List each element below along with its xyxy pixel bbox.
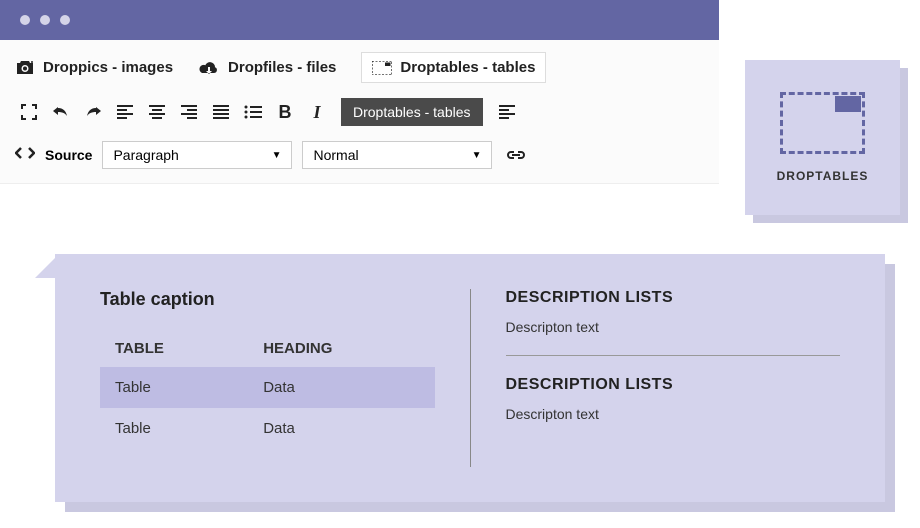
toolbar-buttons: B I Droptables - tables (0, 93, 719, 131)
window-dot-maximize[interactable] (60, 15, 70, 25)
horizontal-divider (506, 355, 841, 356)
link-button[interactable] (502, 141, 530, 169)
cloud-download-icon (198, 60, 220, 76)
vertical-divider (470, 289, 471, 467)
window-dot-close[interactable] (20, 15, 30, 25)
chevron-down-icon: ▼ (472, 150, 482, 161)
bold-button[interactable]: B (271, 98, 299, 126)
description-list-title: DESCRIPTION LISTS (506, 376, 841, 394)
droptables-card-label: DROPTABLES (777, 169, 869, 183)
table-row[interactable]: Table Data (100, 367, 435, 408)
tab-dropfiles[interactable]: Dropfiles - files (198, 59, 336, 76)
editor-toolbar: Droppics - images Dropfiles - files Drop… (0, 40, 719, 184)
tab-label: Droptables - tables (400, 59, 535, 76)
align-right-button[interactable] (175, 98, 203, 126)
chevron-down-icon: ▼ (272, 150, 282, 161)
bullet-list-button[interactable] (239, 98, 267, 126)
table-header-row: TABLE HEADING (100, 330, 435, 367)
droptables-card[interactable]: DROPTABLES (745, 60, 900, 215)
table-header-cell: TABLE (100, 330, 248, 367)
table-header-cell: HEADING (248, 330, 434, 367)
window-dot-minimize[interactable] (40, 15, 50, 25)
table-row[interactable]: Table Data (100, 408, 435, 449)
data-table: TABLE HEADING Table Data Table Data (100, 330, 435, 449)
source-label: Source (45, 147, 92, 163)
table-cell: Table (100, 367, 248, 408)
tab-label: Droppics - images (43, 59, 173, 76)
table-cell: Data (248, 367, 434, 408)
tab-row: Droppics - images Dropfiles - files Drop… (0, 40, 719, 93)
camera-icon (15, 60, 35, 76)
droptables-button[interactable]: Droptables - tables (341, 98, 483, 126)
format-dropdown[interactable]: Normal ▼ (302, 141, 492, 169)
description-text: Descripton text (506, 319, 841, 335)
align-left-button[interactable] (111, 98, 139, 126)
style-dropdown[interactable]: Paragraph ▼ (102, 141, 292, 169)
tab-droppics[interactable]: Droppics - images (15, 59, 173, 76)
table-cell: Table (100, 408, 248, 449)
redo-button[interactable] (79, 98, 107, 126)
description-list-title: DESCRIPTION LISTS (506, 289, 841, 307)
source-row: Source Paragraph ▼ Normal ▼ (0, 131, 719, 183)
fullscreen-button[interactable] (15, 98, 43, 126)
tab-droptables[interactable]: Droptables - tables (361, 52, 546, 83)
paragraph-align-button[interactable] (493, 98, 521, 126)
table-caption: Table caption (100, 289, 435, 310)
table-section: Table caption TABLE HEADING Table Data T… (100, 289, 470, 467)
italic-button[interactable]: I (303, 98, 331, 126)
description-section: DESCRIPTION LISTS Descripton text DESCRI… (506, 289, 841, 467)
description-text: Descripton text (506, 406, 841, 422)
dropdown-value: Normal (313, 147, 358, 163)
content-panel: Table caption TABLE HEADING Table Data T… (55, 254, 885, 502)
undo-button[interactable] (47, 98, 75, 126)
dropdown-value: Paragraph (113, 147, 178, 163)
code-icon (15, 146, 35, 165)
align-justify-button[interactable] (207, 98, 235, 126)
align-center-button[interactable] (143, 98, 171, 126)
droptables-card-icon (780, 92, 865, 154)
droptables-icon (372, 61, 392, 75)
table-cell: Data (248, 408, 434, 449)
tab-label: Dropfiles - files (228, 59, 336, 76)
window-titlebar (0, 0, 719, 40)
